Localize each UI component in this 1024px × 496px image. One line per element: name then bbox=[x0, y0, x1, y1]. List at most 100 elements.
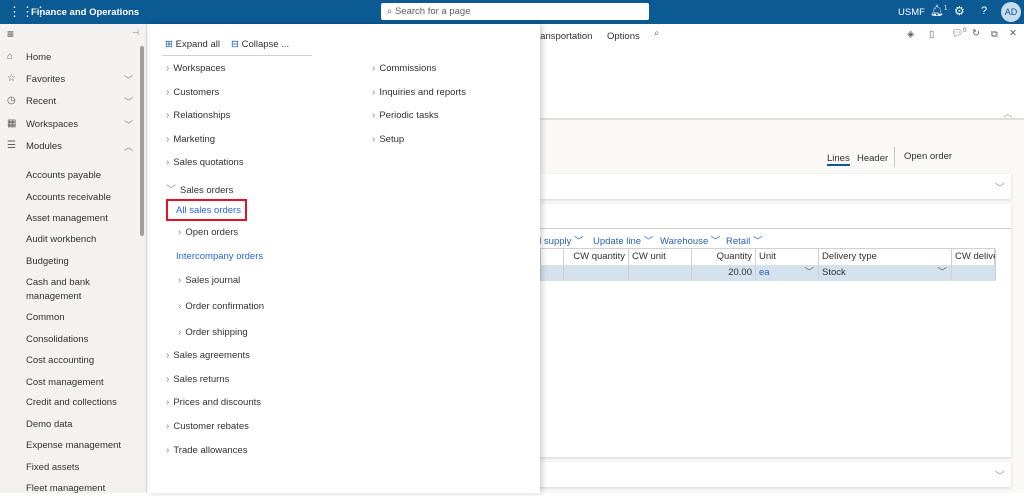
expand-all-label: Expand all bbox=[175, 39, 220, 50]
menu-item[interactable]: › Relationships bbox=[166, 110, 230, 121]
menu-item-label: Intercompany orders bbox=[176, 251, 264, 262]
grid-cell-delivery-type[interactable]: Stock ﹀ bbox=[819, 265, 952, 281]
sidebar-module-item[interactable]: Audit workbench bbox=[26, 233, 126, 247]
sidebar-module-item[interactable]: Budgeting bbox=[26, 255, 126, 269]
notification-icon[interactable]: 🔔︎1 bbox=[930, 4, 947, 17]
menu-item[interactable]: › Sales quotations bbox=[166, 157, 244, 168]
chevron-down-icon[interactable]: ﹀ bbox=[804, 265, 814, 281]
open-order-button[interactable]: Open order bbox=[904, 151, 952, 162]
collapsed-section[interactable]: ﹀ bbox=[540, 462, 1011, 487]
chevron-down-icon: ﹀ bbox=[995, 471, 1005, 482]
toolbar-menu-button[interactable]: Retail ﹀ bbox=[726, 233, 762, 247]
sidebar-module-item[interactable]: Common bbox=[26, 311, 126, 325]
grid-cell-cw-deliver[interactable] bbox=[952, 265, 996, 281]
menu-item[interactable]: › Prices and discounts bbox=[166, 397, 261, 408]
close-icon[interactable]: ✕ bbox=[1009, 28, 1017, 39]
menu-item[interactable]: › Workspaces bbox=[166, 63, 225, 74]
menu-item[interactable]: › Sales returns bbox=[166, 374, 229, 385]
sidebar-module-item[interactable]: Credit and collections bbox=[26, 396, 126, 410]
sidebar-module-item[interactable]: Accounts receivable bbox=[26, 191, 126, 205]
grid-cell-unit[interactable]: ea ﹀ bbox=[756, 265, 819, 281]
sidebar-module-item[interactable]: Cost management bbox=[26, 376, 126, 390]
column-header[interactable]: CW deliver bbox=[952, 249, 996, 265]
column-header[interactable] bbox=[541, 249, 564, 265]
column-header[interactable]: Quantity bbox=[692, 249, 756, 265]
hamburger-icon[interactable]: ≡ bbox=[7, 27, 14, 41]
menu-item[interactable]: › Order shipping bbox=[178, 327, 248, 338]
column-header[interactable]: CW unit bbox=[629, 249, 692, 265]
grid-cell[interactable] bbox=[541, 265, 564, 281]
sidebar-module-item[interactable]: Expense management bbox=[26, 439, 126, 453]
menu-item[interactable]: › Open orders bbox=[178, 227, 238, 238]
chevron-down-icon: ﹀ bbox=[643, 236, 654, 247]
collapse-all-label: Collapse ... bbox=[241, 39, 290, 50]
menu-item[interactable]: › Marketing bbox=[166, 134, 215, 145]
collapse-icon: ⊟ bbox=[231, 39, 239, 50]
scrollbar[interactable] bbox=[140, 46, 144, 236]
sidebar-module-item[interactable]: Accounts payable bbox=[26, 169, 126, 183]
menu-item[interactable]: › Commissions bbox=[372, 63, 436, 74]
tab-header[interactable]: Header bbox=[857, 153, 888, 164]
menu-item-label: Workspaces bbox=[173, 63, 226, 74]
sidebar-module-item[interactable]: Cost accounting bbox=[26, 354, 126, 368]
menu-item[interactable]: › Setup bbox=[372, 134, 404, 145]
menu-item-label: Sales journal bbox=[185, 275, 241, 286]
menu-item[interactable]: ﹀ Sales orders bbox=[166, 181, 233, 196]
collapse-all-button[interactable]: ⊟ Collapse ... bbox=[231, 39, 289, 50]
column-header[interactable]: Delivery type bbox=[819, 249, 952, 265]
menu-item[interactable]: › Order confirmation bbox=[178, 301, 264, 312]
chevron-down-icon: ﹀ bbox=[710, 236, 721, 247]
menu-item[interactable]: › Sales journal bbox=[178, 275, 240, 286]
toolbar-menu-button[interactable]: d supply ﹀ bbox=[536, 233, 584, 247]
sidebar-module-item[interactable]: Consolidations bbox=[26, 333, 126, 347]
sidebar-module-item[interactable]: Cash and bank management bbox=[26, 276, 126, 304]
menu-item[interactable]: › Inquiries and reports bbox=[372, 87, 466, 98]
open-new-window-icon[interactable]: ⧉ bbox=[991, 29, 998, 40]
grid-cell-quantity[interactable]: 20.00 bbox=[692, 265, 756, 281]
help-icon[interactable]: ? bbox=[981, 5, 987, 17]
cell-value: 20.00 bbox=[728, 267, 752, 278]
pin-icon[interactable]: ⊣ bbox=[132, 28, 139, 37]
sidebar-module-item[interactable]: Fixed assets bbox=[26, 461, 126, 475]
search-input[interactable]: ⌕ Search for a page bbox=[381, 3, 649, 20]
menu-item[interactable]: Intercompany orders bbox=[176, 251, 263, 262]
avatar[interactable]: AD bbox=[1001, 2, 1021, 22]
grid-cell-cw-quantity[interactable] bbox=[564, 265, 629, 281]
cell-value: Stock bbox=[822, 267, 846, 278]
menu-item[interactable]: › Customer rebates bbox=[166, 421, 249, 432]
gear-icon[interactable]: ⚙ bbox=[954, 4, 965, 18]
menu-item-label: Setup bbox=[379, 134, 405, 145]
chat-icon[interactable]: 💬︎0 bbox=[951, 28, 966, 39]
expand-all-button[interactable]: ⊞ Expand all bbox=[165, 39, 220, 50]
office-icon[interactable]: ▯ bbox=[929, 29, 934, 40]
menu-item-label: Customers bbox=[173, 87, 220, 98]
tab-options[interactable]: Options bbox=[607, 31, 640, 42]
sidebar-module-item[interactable]: Demo data bbox=[26, 418, 126, 432]
menu-item[interactable]: › Periodic tasks bbox=[372, 110, 438, 121]
toolbar-menu-button[interactable]: Warehouse ﹀ bbox=[660, 233, 720, 247]
menu-item[interactable]: › Sales agreements bbox=[166, 350, 250, 361]
chevron-right-icon: › bbox=[166, 350, 170, 361]
sidebar-module-item[interactable]: Asset management bbox=[26, 212, 126, 226]
menu-item-label: Sales quotations bbox=[173, 157, 244, 168]
collapsed-section[interactable]: ﹀ bbox=[540, 174, 1011, 199]
toolbar-menu-button[interactable]: Update line ﹀ bbox=[593, 233, 653, 247]
column-header[interactable]: CW quantity bbox=[564, 249, 629, 265]
company-selector[interactable]: USMF bbox=[898, 7, 925, 18]
chevron-right-icon: › bbox=[166, 421, 170, 432]
chevron-down-icon[interactable]: ﹀ bbox=[937, 265, 947, 281]
chevron-down-icon: ﹀ bbox=[995, 183, 1005, 194]
search-icon[interactable]: ⌕ bbox=[654, 28, 659, 39]
menu-item[interactable]: › Customers bbox=[166, 87, 219, 98]
menu-item[interactable]: All sales orders bbox=[176, 205, 241, 216]
tab-transportation[interactable]: ransportation bbox=[537, 31, 592, 42]
menu-item[interactable]: › Trade allowances bbox=[166, 445, 247, 456]
power-apps-icon[interactable]: ◈ bbox=[907, 29, 914, 40]
grid-cell-cw-unit[interactable] bbox=[629, 265, 692, 281]
tab-lines[interactable]: Lines bbox=[827, 153, 850, 166]
chevron-right-icon: › bbox=[372, 63, 376, 74]
sidebar-module-item[interactable]: Fleet management bbox=[26, 482, 126, 496]
menu-item-label: Sales agreements bbox=[173, 350, 250, 361]
refresh-icon[interactable]: ↻ bbox=[972, 28, 980, 39]
column-header[interactable]: Unit bbox=[756, 249, 819, 265]
